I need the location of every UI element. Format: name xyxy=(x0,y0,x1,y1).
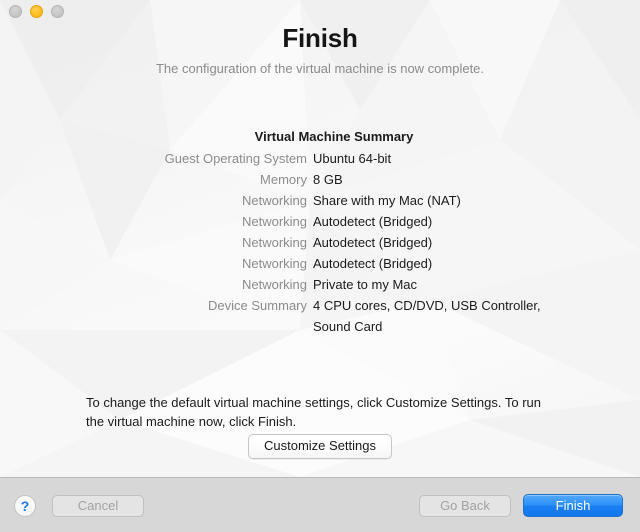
summary-heading: Virtual Machine Summary xyxy=(254,129,414,144)
summary-row-value: Share with my Mac (NAT) xyxy=(313,193,461,208)
summary-row-label: Networking xyxy=(241,277,307,292)
traffic-lights xyxy=(9,5,64,18)
summary-row-label: Networking xyxy=(241,235,307,250)
summary-rows: Guest Operating System Ubuntu 64-bit Mem… xyxy=(0,148,640,337)
minimize-button-icon[interactable] xyxy=(30,5,43,18)
summary-row-label: Networking xyxy=(241,256,307,271)
summary-row: Guest Operating System Ubuntu 64-bit xyxy=(0,148,640,169)
summary-row: Networking Private to my Mac xyxy=(0,274,640,295)
window-titlebar xyxy=(0,0,640,24)
close-button-icon[interactable] xyxy=(9,5,22,18)
instructions-text: To change the default virtual machine se… xyxy=(86,395,541,429)
summary-row-label: Networking xyxy=(241,214,307,229)
summary-row: Networking Share with my Mac (NAT) xyxy=(0,190,640,211)
customize-settings-container: Customize Settings xyxy=(0,434,640,459)
wizard-window: Finish The configuration of the virtual … xyxy=(0,0,640,532)
go-back-button[interactable]: Go Back xyxy=(419,495,511,517)
finish-button[interactable]: Finish xyxy=(523,494,623,517)
summary-row-value: 4 CPU cores, CD/DVD, USB Controller, Sou… xyxy=(313,298,541,334)
summary-row-label: Memory xyxy=(260,172,307,187)
page-title: Finish xyxy=(282,23,358,53)
cancel-button[interactable]: Cancel xyxy=(52,495,144,517)
help-button[interactable]: ? xyxy=(14,495,36,517)
summary-row-value: Private to my Mac xyxy=(313,277,418,292)
summary-row-label: Networking xyxy=(241,193,307,208)
summary-row: Networking Autodetect (Bridged) xyxy=(0,232,640,253)
customize-settings-button[interactable]: Customize Settings xyxy=(248,434,392,459)
summary-row-value: Autodetect (Bridged) xyxy=(313,256,433,271)
summary-row-value: Autodetect (Bridged) xyxy=(313,235,433,250)
summary-row-value: Ubuntu 64-bit xyxy=(313,151,392,166)
zoom-button-icon[interactable] xyxy=(51,5,64,18)
header: Finish The configuration of the virtual … xyxy=(0,22,640,77)
summary-row: Networking Autodetect (Bridged) xyxy=(0,253,640,274)
summary-row-label: Guest Operating System xyxy=(164,151,307,166)
summary-row-value: Autodetect (Bridged) xyxy=(313,214,433,229)
summary-row-label: Device Summary xyxy=(208,298,307,313)
page-subtitle: The configuration of the virtual machine… xyxy=(155,61,485,76)
summary-row-value: 8 GB xyxy=(313,172,343,187)
virtual-machine-summary: Virtual Machine Summary Guest Operating … xyxy=(0,128,640,337)
summary-row: Networking Autodetect (Bridged) xyxy=(0,211,640,232)
question-mark-icon: ? xyxy=(20,498,30,514)
summary-row: Device Summary 4 CPU cores, CD/DVD, USB … xyxy=(0,295,640,337)
summary-row: Memory 8 GB xyxy=(0,169,640,190)
